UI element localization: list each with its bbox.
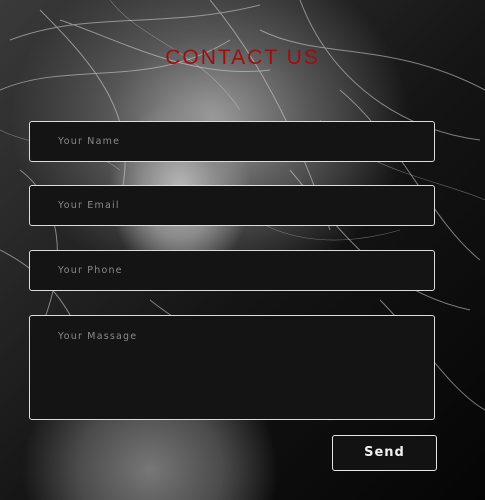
name-input-placeholder: Your Name (58, 136, 121, 147)
email-input-placeholder: Your Email (58, 200, 120, 211)
send-button[interactable]: Send (332, 435, 437, 471)
page-title: CONTACT US (165, 46, 320, 69)
email-input[interactable]: Your Email (29, 185, 435, 226)
phone-input[interactable]: Your Phone (29, 250, 435, 291)
name-input[interactable]: Your Name (29, 121, 435, 162)
message-textarea-placeholder: Your Massage (58, 331, 138, 342)
phone-input-placeholder: Your Phone (58, 265, 123, 276)
message-textarea[interactable]: Your Massage (29, 315, 435, 420)
